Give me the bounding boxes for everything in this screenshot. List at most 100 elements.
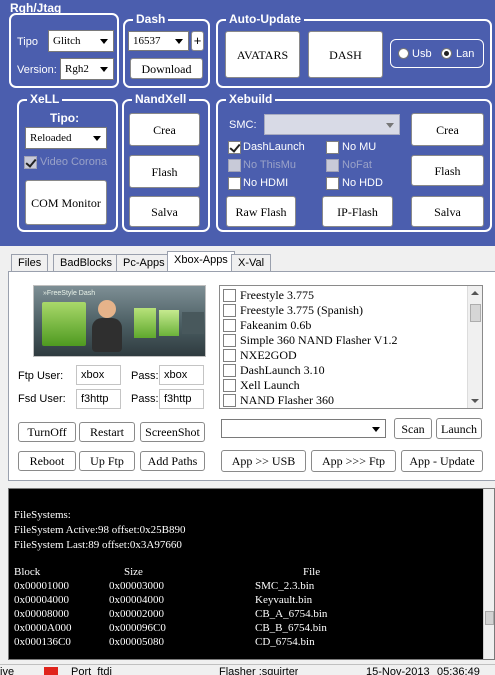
status-indicator <box>44 667 58 675</box>
restart-button[interactable]: Restart <box>79 422 135 442</box>
autoupdate-group-title: Auto-Update <box>226 12 304 27</box>
launch-button[interactable]: Launch <box>436 418 482 439</box>
nandxell-flash-button[interactable]: Flash <box>129 155 200 188</box>
app-checkbox[interactable] <box>223 334 236 347</box>
log-header-file: File <box>303 566 321 578</box>
dash-version-value: 16537 <box>133 35 161 47</box>
tab-badblocks[interactable]: BadBlocks <box>53 254 119 272</box>
app-label: Simple 360 NAND Flasher V1.2 <box>240 333 398 347</box>
ftp-pass-input[interactable]: xbox <box>159 365 204 385</box>
tab-pc-apps[interactable]: Pc-Apps <box>116 254 172 272</box>
chevron-down-icon <box>372 426 380 432</box>
preview-tile-dark <box>182 312 204 334</box>
app-ftp-button[interactable]: App >>> Ftp <box>311 450 396 472</box>
nandxell-salva-button[interactable]: Salva <box>129 196 200 227</box>
tab-x-val[interactable]: X-Val <box>231 254 272 272</box>
tab-files[interactable]: Files <box>11 254 49 272</box>
nofat-checkbox[interactable] <box>326 159 339 172</box>
no-hdd-checkbox[interactable] <box>326 177 339 190</box>
rgh-version-select[interactable]: Rgh2 <box>60 58 114 80</box>
chevron-down-icon <box>175 39 183 44</box>
no-hdd-label: No HDD <box>342 177 383 189</box>
no-hdmi-label: No HDMI <box>243 177 289 189</box>
app-checkbox[interactable] <box>223 319 236 332</box>
log-scrollbar[interactable] <box>483 489 494 659</box>
xebuild-flash-button[interactable]: Flash <box>411 155 484 186</box>
raw-flash-button[interactable]: Raw Flash <box>226 196 296 227</box>
avatars-button[interactable]: AVATARS <box>225 31 300 78</box>
list-item[interactable]: Freestyle 3.775 <box>220 288 468 303</box>
list-item[interactable]: Freestyle 3.775 (Spanish) <box>220 303 468 318</box>
dashlaunch-checkbox[interactable] <box>228 141 241 154</box>
reboot-button[interactable]: Reboot <box>18 451 76 471</box>
app-list-scrollbar[interactable] <box>467 286 482 408</box>
tab-xbox-apps[interactable]: Xbox-Apps <box>167 251 235 272</box>
dash-version-select[interactable]: 16537 <box>128 31 189 51</box>
app-checkbox[interactable] <box>223 304 236 317</box>
app-select[interactable] <box>221 419 386 438</box>
list-item[interactable]: NAND Flasher 360 <box>220 393 468 408</box>
fsd-pass-input[interactable]: f3http <box>159 389 204 409</box>
app-checkbox[interactable] <box>223 289 236 302</box>
log-cell: 0x00001000 <box>14 580 69 592</box>
scroll-thumb[interactable] <box>470 304 481 322</box>
list-item[interactable]: Simple 360 NAND Flasher V1.2 <box>220 333 468 348</box>
app-checkbox[interactable] <box>223 364 236 377</box>
ftp-user-input[interactable]: xbox <box>76 365 121 385</box>
app-checkbox[interactable] <box>223 379 236 392</box>
add-paths-button[interactable]: Add Paths <box>140 451 205 471</box>
status-port: Port_ftdi <box>71 666 112 675</box>
log-console <box>8 488 495 660</box>
list-item[interactable]: DashLaunch 3.10 <box>220 363 468 378</box>
no-mu-checkbox[interactable] <box>326 141 339 154</box>
video-corona-checkbox[interactable] <box>24 156 37 169</box>
log-scroll-thumb[interactable] <box>485 611 494 625</box>
rgh-tipo-select[interactable]: Glitch <box>48 30 114 52</box>
usb-radio[interactable] <box>398 48 409 59</box>
status-time: 05:36:49 <box>437 666 480 675</box>
app-checkbox[interactable] <box>223 349 236 362</box>
no-writemu-label: No ThisMu <box>243 159 296 171</box>
app-checkbox[interactable] <box>223 394 236 407</box>
no-hdmi-checkbox[interactable] <box>228 177 241 190</box>
preview-avatar <box>98 300 116 318</box>
preview-tile-left <box>42 302 86 346</box>
rgh-tipo-value: Glitch <box>53 35 81 47</box>
smc-select[interactable] <box>264 114 400 135</box>
lan-radio[interactable] <box>441 48 452 59</box>
app-label: DashLaunch 3.10 <box>240 363 325 377</box>
xebuild-salva-button[interactable]: Salva <box>411 196 484 227</box>
no-writemu-checkbox[interactable] <box>228 159 241 172</box>
xell-group-title: XeLL <box>27 92 63 107</box>
screenshot-button[interactable]: ScreenShot <box>140 422 205 442</box>
ip-flash-button[interactable]: IP-Flash <box>322 196 393 227</box>
preview-avatar-body <box>92 318 122 352</box>
up-ftp-button[interactable]: Up Ftp <box>79 451 135 471</box>
dash-plus-button[interactable]: + <box>191 31 204 51</box>
list-item[interactable]: Fakeanim 0.6b <box>220 318 468 333</box>
list-item[interactable]: Xell Launch <box>220 378 468 393</box>
log-cell: SMC_2.3.bin <box>255 580 315 592</box>
xebuild-group-title: Xebuild <box>226 92 276 107</box>
fsd-user-input[interactable]: f3http <box>76 389 121 409</box>
app-list[interactable]: Freestyle 3.775 Freestyle 3.775 (Spanish… <box>219 285 483 409</box>
download-button[interactable]: Download <box>130 58 203 79</box>
fsd-user-label: Fsd User: <box>18 393 66 405</box>
log-header-block: Block <box>14 566 41 578</box>
scroll-up-icon[interactable] <box>471 291 479 295</box>
turnoff-button[interactable]: TurnOff <box>18 422 76 442</box>
com-monitor-button[interactable]: COM Monitor <box>25 180 107 225</box>
nandxell-crea-button[interactable]: Crea <box>129 113 200 146</box>
dash-update-button[interactable]: DASH <box>308 31 383 78</box>
xebuild-crea-button[interactable]: Crea <box>411 113 484 146</box>
scroll-down-icon[interactable] <box>471 399 479 403</box>
xell-tipo-select[interactable]: Reloaded <box>25 127 107 149</box>
log-line: FileSystem Last:89 offset:0x3A97660 <box>14 539 182 551</box>
smc-label: SMC: <box>229 119 257 131</box>
chevron-down-icon <box>100 39 108 44</box>
app-usb-button[interactable]: App >> USB <box>221 450 306 472</box>
nofat-label: NoFat <box>342 159 372 171</box>
list-item[interactable]: NXE2GOD <box>220 348 468 363</box>
scan-button[interactable]: Scan <box>394 418 432 439</box>
app-update-button[interactable]: App - Update <box>401 450 483 472</box>
